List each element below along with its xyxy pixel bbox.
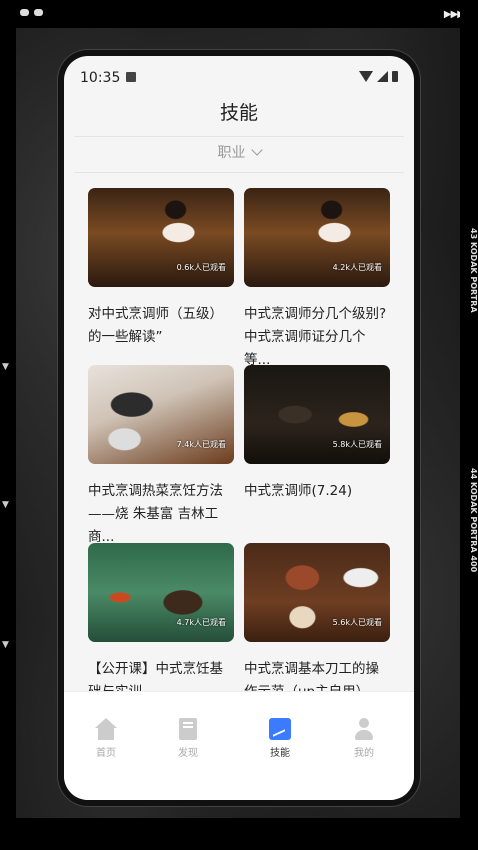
film-strip-left: ▼ ▼ ▼	[0, 0, 16, 850]
chevron-down-icon	[250, 144, 263, 156]
status-bar: 10:35	[64, 56, 414, 96]
film-brand-mark: 44 KODAK PORTRA 400	[469, 467, 478, 573]
phone-frame: 10:35 技能 职业 0.6k人已观看 对中式烹调师（五级）的一些解读” 4.…	[58, 50, 420, 806]
film-arrow-icon: ▼	[2, 362, 9, 372]
video-card[interactable]: 5.8k人已观看 中式烹调师(7.24)	[244, 365, 390, 503]
wifi-icon	[359, 71, 373, 82]
divider	[74, 136, 404, 137]
view-count: 5.6k人已观看	[332, 618, 382, 627]
category-filter-dropdown[interactable]: 职业	[64, 142, 414, 162]
image-notification-icon	[126, 72, 136, 82]
view-count: 5.8k人已观看	[332, 440, 382, 449]
video-card[interactable]: 4.2k人已观看 中式烹调师分几个级别?中式烹调师证分几个等...	[244, 188, 390, 372]
video-card[interactable]: 7.4k人已观看 中式烹调热菜烹饪方法 ——烧 朱基富 吉林工商...	[88, 365, 234, 549]
video-title: 中式烹调师(7.24)	[244, 483, 353, 499]
app-screen: 10:35 技能 职业 0.6k人已观看 对中式烹调师（五级）的一些解读” 4.…	[64, 56, 414, 800]
video-title: 对中式烹调师（五级）的一些解读”	[88, 306, 223, 345]
film-arrow-icon: ▼	[2, 640, 9, 650]
video-thumbnail: 5.8k人已观看	[244, 365, 390, 464]
tab-label: 我的	[354, 748, 374, 759]
status-time: 10:35	[80, 70, 121, 86]
system-icons	[359, 71, 398, 82]
tab-mine[interactable]: 我的	[334, 718, 394, 759]
tab-label: 技能	[270, 748, 290, 759]
video-card[interactable]: 5.6k人已观看 中式烹调基本刀工的操作示范（up主自用）	[244, 543, 390, 696]
home-icon	[95, 718, 117, 740]
tab-home[interactable]: 首页	[76, 718, 136, 759]
video-thumbnail: 4.2k人已观看	[244, 188, 390, 287]
bottom-tab-bar: 首页 发现 技能 我的	[64, 691, 414, 800]
video-thumbnail: 0.6k人已观看	[88, 188, 234, 287]
tab-label: 首页	[96, 748, 116, 759]
video-title: 中式烹调热菜烹饪方法 ——烧 朱基富 吉林工商...	[88, 483, 223, 545]
film-strip-bottom	[0, 818, 478, 850]
video-thumbnail: 5.6k人已观看	[244, 543, 390, 642]
view-count: 0.6k人已观看	[176, 263, 226, 272]
divider	[74, 172, 404, 173]
view-count: 7.4k人已观看	[176, 440, 226, 449]
tab-discover[interactable]: 发现	[158, 718, 218, 759]
signal-icon	[377, 71, 388, 82]
film-strip-top: ▶▶▶	[0, 0, 478, 28]
film-brand-mark: 43 KODAK PORTRA	[469, 227, 478, 313]
battery-icon	[392, 71, 398, 82]
video-card[interactable]: 4.7k人已观看 【公开课】中式烹饪基础与实训	[88, 543, 234, 696]
tab-skills[interactable]: 技能	[250, 718, 310, 759]
page-title: 技能	[219, 102, 258, 124]
user-icon	[353, 718, 375, 740]
tab-label: 发现	[178, 748, 198, 759]
film-strip-right: 43 KODAK PORTRA 44 KODAK PORTRA 400	[460, 0, 478, 850]
view-count: 4.7k人已观看	[176, 618, 226, 627]
video-thumbnail: 7.4k人已观看	[88, 365, 234, 464]
view-count: 4.2k人已观看	[332, 263, 382, 272]
video-card[interactable]: 0.6k人已观看 对中式烹调师（五级）的一些解读”	[88, 188, 234, 349]
chart-icon	[269, 718, 291, 740]
video-grid: 0.6k人已观看 对中式烹调师（五级）的一些解读” 4.2k人已观看 中式烹调师…	[88, 188, 392, 696]
video-thumbnail: 4.7k人已观看	[88, 543, 234, 642]
filter-label: 职业	[217, 145, 246, 161]
video-title: 中式烹调师分几个级别?中式烹调师证分几个等...	[244, 306, 387, 368]
book-icon	[179, 718, 197, 740]
film-arrow-icon: ▼	[2, 500, 9, 510]
